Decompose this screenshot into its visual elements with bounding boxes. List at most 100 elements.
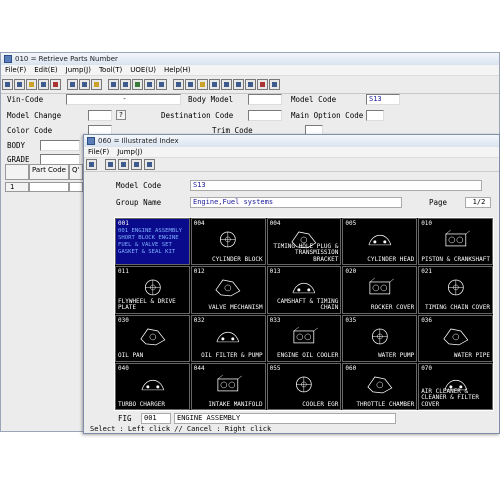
menu-tool[interactable]: Tool(T) [95, 66, 126, 74]
illustration-cell-011[interactable]: 011 FLYWHEEL & DRIVE PLATE [115, 266, 190, 314]
menu-edit[interactable]: Edit(E) [30, 66, 61, 74]
info-icon[interactable] [209, 79, 220, 90]
list-icon[interactable] [120, 79, 131, 90]
cooler-egr-icon [296, 376, 312, 393]
help-icon[interactable] [269, 79, 280, 90]
cell-name: TIMING HOLE PLUG & TRANSMISSION BRACKET [273, 242, 339, 263]
group-name-value: Engine,Fuel systems [190, 197, 402, 208]
cell-name: AIR CLEANER & CLEANER & FILTER COVER [421, 387, 479, 408]
cell-code: 035 [345, 316, 357, 324]
illustration-cell-005[interactable]: 005 CYLINDER HEAD [342, 218, 418, 266]
stop-icon[interactable] [257, 79, 268, 90]
piston-crankshaft-icon [445, 229, 470, 247]
folder-icon[interactable] [26, 79, 37, 90]
timing-chain-cover-icon [447, 279, 464, 296]
main-option-code-field[interactable] [366, 110, 384, 121]
illustration-cell-004[interactable]: 004 CYLINDER BLOCK [190, 218, 266, 266]
front-menu-file[interactable]: File(F) [84, 148, 113, 156]
zoom-icon[interactable] [131, 159, 142, 170]
oil-pan-icon [139, 328, 165, 345]
image-icon[interactable] [144, 79, 155, 90]
illustration-cell-001[interactable]: 001 001 ENGINE ASSEMBLY SHORT BLOCK ENGIN… [115, 218, 190, 266]
note-icon[interactable] [185, 79, 196, 90]
prev-page-icon[interactable] [105, 159, 116, 170]
table-icon[interactable] [108, 79, 119, 90]
illustration-cell-040[interactable]: 040 TURBO CHARGER [115, 362, 190, 410]
grid-corner [5, 164, 29, 180]
window-title: 010 = Retrieve Parts Number [15, 55, 118, 63]
vin-code-field[interactable]: - [66, 94, 181, 105]
menu-file[interactable]: File(F) [1, 66, 30, 74]
model-change-field[interactable] [88, 110, 112, 121]
throttle-chamber-icon [367, 376, 393, 394]
menu-uoe[interactable]: UOE(U) [126, 66, 160, 74]
front-menu-bar: File(F) Jump(J) [84, 147, 499, 158]
qty-cell[interactable] [69, 182, 83, 192]
illustration-cell-036[interactable]: 036 WATER PIPE [418, 314, 493, 362]
print-icon[interactable] [38, 79, 49, 90]
group-name-label: Group Name [116, 198, 162, 207]
page-label: Page [429, 198, 448, 207]
illustration-cell-030[interactable]: 030 OIL PAN [115, 314, 190, 362]
illustration-cell-010[interactable]: 010 PISTON & CRANKSHAFT [418, 218, 493, 266]
cell-code: 021 [421, 268, 433, 276]
paste-icon[interactable] [91, 79, 102, 90]
illustration-cell-055[interactable]: 055 COOLER EGR [266, 362, 342, 410]
part-code-cell[interactable] [29, 182, 69, 192]
cell-code: 013 [269, 268, 281, 276]
next-page-icon[interactable] [118, 159, 129, 170]
illustration-cell-070[interactable]: 070 AIR CLEANER & CLEANER & FILTER COVER [418, 362, 493, 410]
index-icon[interactable] [156, 79, 167, 90]
flywheel-icon [144, 279, 161, 296]
cell-name: TURBO CHARGER [118, 400, 165, 408]
illustrated-index-window: 060 = Illustrated Index File(F) Jump(J) … [83, 134, 500, 434]
parts-grid-header: Part Code Q' [5, 164, 83, 180]
search-icon[interactable] [197, 79, 208, 90]
illustration-cell-060[interactable]: 060 THROTTLE CHAMBER [342, 362, 418, 410]
cut-icon[interactable] [67, 79, 78, 90]
illustration-cell-012[interactable]: 012 VALVE MECHANISM [190, 266, 266, 314]
page-value: 1/2 [465, 197, 491, 208]
illustration-cell-013[interactable]: 013 CAMSHAFT & TIMING CHAIN [266, 266, 342, 314]
cell-code: 033 [269, 316, 281, 324]
front-menu-jump[interactable]: Jump(J) [113, 148, 146, 156]
menu-bar: File(F) Edit(E) Jump(J) Tool(T) UOE(U) H… [1, 65, 499, 76]
refresh-icon[interactable] [144, 159, 155, 170]
menu-help[interactable]: Help(H) [160, 66, 195, 74]
open-icon[interactable] [2, 79, 13, 90]
delete-icon[interactable] [50, 79, 61, 90]
cell-name: THROTTLE CHAMBER [356, 400, 415, 408]
model-change-lookup-button[interactable]: ? [116, 110, 126, 120]
copy-icon[interactable] [79, 79, 90, 90]
cylinder-head-icon [368, 234, 392, 246]
model-code-field[interactable]: S13 [366, 94, 400, 105]
menu-jump[interactable]: Jump(J) [62, 66, 95, 74]
illustration-cell-004[interactable]: 004 TIMING HOLE PLUG & TRANSMISSION BRACK… [266, 218, 342, 266]
selected-cell-text: 001 ENGINE ASSEMBLY SHORT BLOCK ENGINE F… [118, 228, 182, 255]
col-part-code[interactable]: Part Code [29, 164, 69, 180]
toolbar [1, 76, 499, 94]
main-option-code-label: Main Option Code [291, 111, 364, 120]
cell-name: CYLINDER BLOCK [212, 255, 263, 263]
illustration-cell-020[interactable]: 020 ROCKER COVER [342, 266, 418, 314]
calc-icon[interactable] [173, 79, 184, 90]
body-model-field[interactable] [248, 94, 282, 105]
illustration-cell-033[interactable]: 033 ENGINE OIL COOLER [266, 314, 342, 362]
settings-icon[interactable] [221, 79, 232, 90]
forward-icon[interactable] [245, 79, 256, 90]
print-icon[interactable] [86, 159, 97, 170]
illustration-cell-044[interactable]: 044 INTAKE MANIFOLD [190, 362, 266, 410]
illustration-cell-021[interactable]: 021 TIMING CHAIN COVER [418, 266, 493, 314]
body-field[interactable] [40, 140, 80, 151]
cell-code: 001 [118, 220, 129, 227]
cell-code: 010 [421, 220, 433, 227]
back-icon[interactable] [233, 79, 244, 90]
col-qty[interactable]: Q' [69, 164, 83, 180]
illustration-cell-032[interactable]: 032 OIL FILTER & PUMP [190, 314, 266, 362]
grid-icon[interactable] [132, 79, 143, 90]
illustration-cell-035[interactable]: 035 WATER PUMP [342, 314, 418, 362]
save-icon[interactable] [14, 79, 25, 90]
destination-code-field[interactable] [248, 110, 282, 121]
water-pipe-icon [443, 328, 469, 345]
cell-name: OIL FILTER & PUMP [201, 352, 263, 360]
